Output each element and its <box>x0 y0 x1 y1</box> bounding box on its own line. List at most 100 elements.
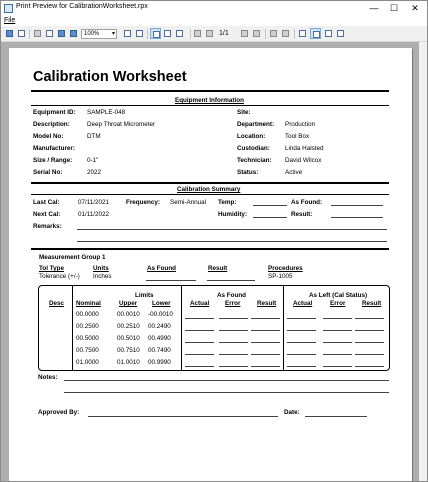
upper-cell: 00.7510 <box>117 347 140 354</box>
forward-icon[interactable] <box>280 28 291 39</box>
upper-header: Upper <box>119 300 138 307</box>
as-found-line <box>331 205 383 206</box>
entry-line <box>185 342 214 343</box>
size-range-label: Size / Range: <box>33 157 73 164</box>
toolbar-separator <box>147 29 148 39</box>
entry-line <box>251 366 280 367</box>
first-page-icon[interactable] <box>192 28 203 39</box>
entry-line <box>323 354 352 355</box>
page-layout-icon[interactable] <box>174 28 185 39</box>
temp-line <box>253 205 287 206</box>
entry-line <box>355 330 384 331</box>
notes-label: Notes: <box>38 374 58 381</box>
zoom-in-icon[interactable] <box>56 28 67 39</box>
pan-icon[interactable] <box>310 28 321 39</box>
custodian-label: Custodian: <box>237 145 270 152</box>
result-line <box>331 217 383 218</box>
menu-bar: File <box>1 16 427 26</box>
entry-line <box>219 366 248 367</box>
custodian-value: Linda Halsted <box>285 145 324 152</box>
manufacturer-label: Manufacturer: <box>33 145 75 152</box>
location-value: Tool Box <box>285 133 310 140</box>
copy-icon[interactable] <box>32 28 43 39</box>
entry-line <box>219 342 248 343</box>
page-number[interactable]: 1/1 <box>219 30 229 37</box>
maximize-button[interactable]: ☐ <box>384 2 404 15</box>
units-header: Units <box>93 265 109 272</box>
menu-file[interactable]: File <box>4 17 15 24</box>
vertical-scrollbar[interactable] <box>419 42 427 481</box>
entry-line <box>219 318 248 319</box>
frequency-value: Semi-Annual <box>170 199 207 206</box>
entry-line <box>355 342 384 343</box>
find-icon[interactable] <box>44 28 55 39</box>
entry-line <box>185 330 214 331</box>
entry-line <box>287 318 316 319</box>
refresh-icon[interactable] <box>297 28 308 39</box>
date-label: Date: <box>284 409 300 416</box>
last-page-icon[interactable] <box>251 28 262 39</box>
status-label: Status: <box>237 169 259 176</box>
multi-page-icon[interactable] <box>162 28 173 39</box>
preview-viewport[interactable]: Calibration Worksheet Equipment Informat… <box>1 42 427 481</box>
entry-line <box>219 354 248 355</box>
notes-line <box>64 380 389 381</box>
prev-page-icon[interactable] <box>204 28 215 39</box>
chevron-down-icon: ▾ <box>111 31 115 37</box>
tol-type-header: Tol Type <box>39 265 64 272</box>
approved-by-label: Approved By: <box>38 409 80 416</box>
last-cal-value: 07/11/2021 <box>78 199 110 206</box>
print-icon[interactable] <box>4 28 15 39</box>
snapshot-icon[interactable] <box>335 28 346 39</box>
notes-line <box>64 392 389 393</box>
lower-cell: 00.9990 <box>148 359 171 366</box>
lower-cell: -00.0010 <box>148 311 173 318</box>
single-page-icon[interactable] <box>150 28 161 39</box>
entry-line <box>251 318 280 319</box>
as-found-result-header: Result <box>257 300 277 307</box>
report-page: Calibration Worksheet Equipment Informat… <box>9 48 412 481</box>
humidity-line <box>253 217 287 218</box>
nominal-header: Nominal <box>76 300 101 307</box>
back-icon[interactable] <box>268 28 279 39</box>
toolbar-separator <box>190 29 191 39</box>
fit-page-icon[interactable] <box>134 28 145 39</box>
divider <box>31 194 389 195</box>
zoom-out-icon[interactable] <box>68 28 79 39</box>
approved-by-line <box>88 416 278 417</box>
select-icon[interactable] <box>323 28 334 39</box>
nominal-cell: 00.0000 <box>76 311 99 318</box>
fit-width-icon[interactable] <box>122 28 133 39</box>
entry-line <box>323 366 352 367</box>
limits-header: Limits <box>135 292 154 299</box>
entry-line <box>287 366 316 367</box>
group-title: Measurement Group 1 <box>39 254 106 261</box>
close-button[interactable]: ✕ <box>405 2 425 15</box>
entry-line <box>287 342 316 343</box>
lower-cell: 00.2490 <box>148 323 171 330</box>
as-found-table-header: As Found <box>217 292 247 299</box>
divider <box>31 182 389 184</box>
minimize-button[interactable]: — <box>364 2 384 15</box>
zoom-select[interactable]: 100% ▾ <box>81 29 117 39</box>
upper-cell: 00.0010 <box>117 311 140 318</box>
tol-type-value: Tolerance (+/-) <box>39 273 80 280</box>
entry-line <box>355 318 384 319</box>
as-found-error-header: Error <box>225 300 241 307</box>
remarks-label: Remarks: <box>33 223 62 230</box>
toolbar: 100% ▾ 1/1 <box>1 26 427 42</box>
serial-label: Serial No: <box>33 169 63 176</box>
table-divider <box>283 285 284 371</box>
humidity-label: Humidity: <box>218 211 248 218</box>
size-range-value: 0-1" <box>87 157 99 164</box>
lower-header: Lower <box>152 300 171 307</box>
department-value: Production <box>285 121 316 128</box>
window-title: Print Preview for CalibrationWorksheet.r… <box>16 3 148 10</box>
entry-line <box>251 342 280 343</box>
page-setup-icon[interactable] <box>16 28 27 39</box>
entry-line <box>323 342 352 343</box>
next-page-icon[interactable] <box>239 28 250 39</box>
print-preview-window: Print Preview for CalibrationWorksheet.r… <box>0 0 428 482</box>
result-label: Result: <box>291 211 313 218</box>
divider <box>31 248 389 250</box>
